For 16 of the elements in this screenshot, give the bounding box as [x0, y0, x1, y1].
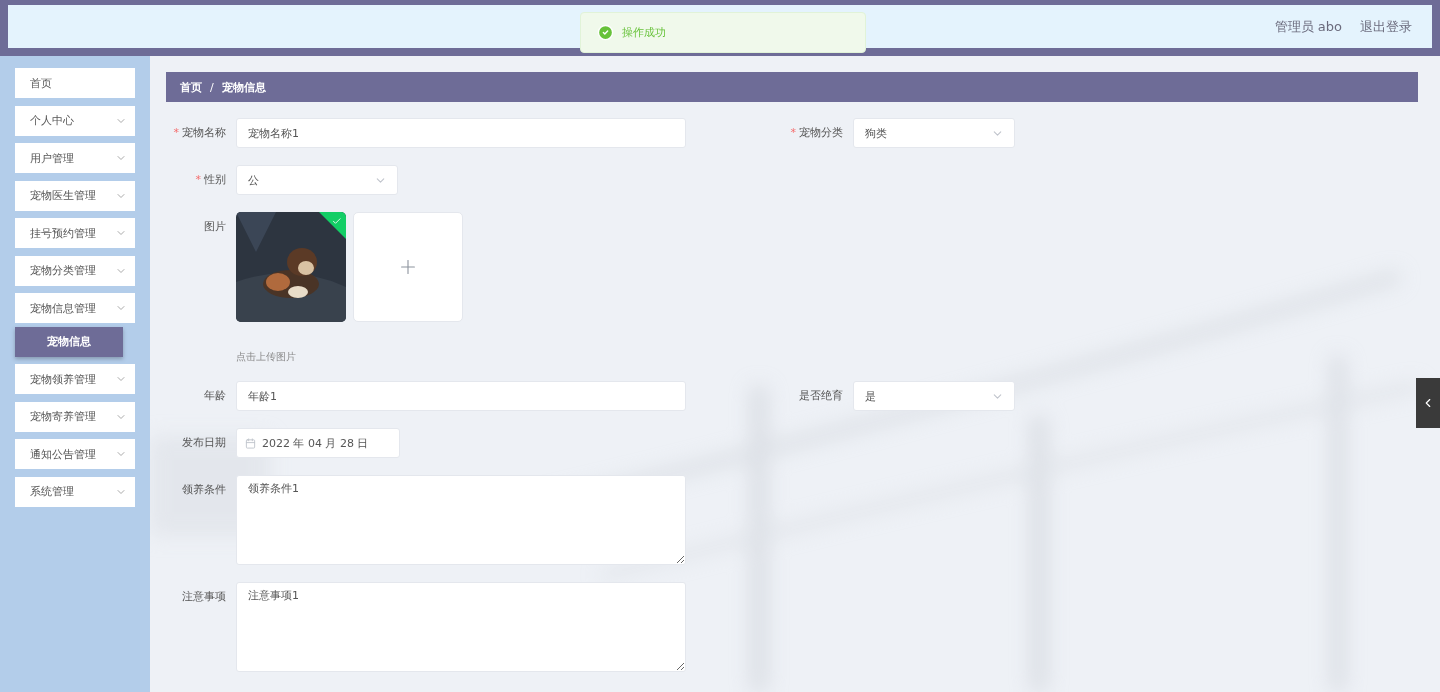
menu-item[interactable]: 通知公告管理: [15, 439, 135, 469]
menu-item[interactable]: 挂号预约管理: [15, 218, 135, 248]
menu-item[interactable]: 首页: [15, 68, 135, 98]
menu-item[interactable]: 用户管理: [15, 143, 135, 173]
menu-item[interactable]: 宠物寄养管理: [15, 401, 135, 432]
menu-item[interactable]: 宠物信息管理: [15, 293, 135, 323]
user-label: 管理员 abo: [1274, 17, 1342, 36]
logout-link[interactable]: 退出登录: [1360, 17, 1412, 36]
check-circle-icon: [597, 24, 614, 41]
menu-item[interactable]: 系统管理: [15, 476, 135, 507]
menu-item[interactable]: 个人中心: [15, 105, 135, 136]
submenu-item[interactable]: 宠物信息: [15, 326, 123, 357]
menu-item[interactable]: 宠物分类管理: [15, 255, 135, 286]
menu-item[interactable]: 宠物医生管理: [15, 180, 135, 211]
menu-item[interactable]: 宠物领养管理: [15, 364, 135, 394]
toast-message: 操作成功: [622, 25, 666, 40]
